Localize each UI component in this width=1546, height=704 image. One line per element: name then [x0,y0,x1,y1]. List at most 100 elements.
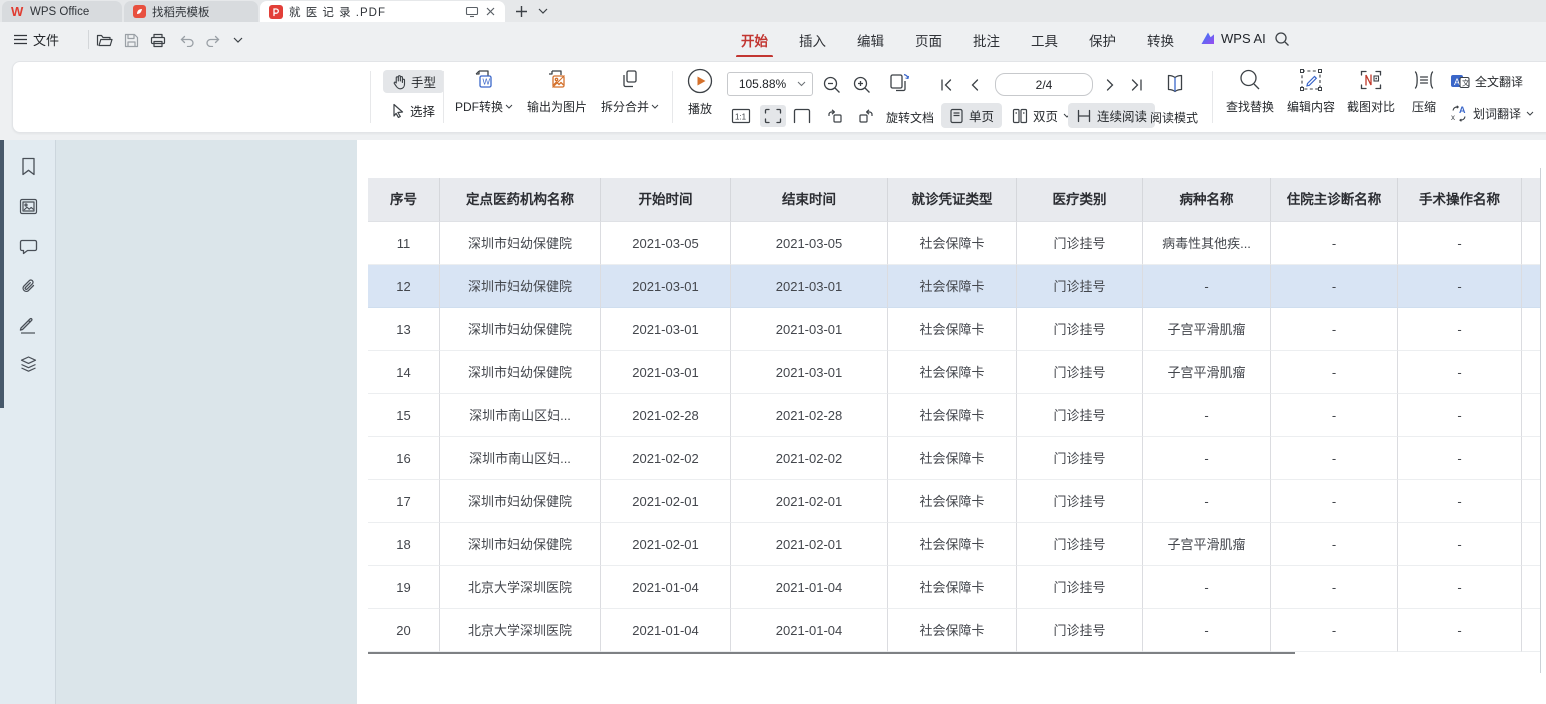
hand-tool-button[interactable]: 手型 [383,70,444,93]
fit-width-button[interactable] [760,105,786,127]
tab-list-button[interactable] [534,3,552,19]
table-cell: 2021-02-28 [601,394,731,437]
rotate-right-button[interactable] [853,105,877,127]
menu-item[interactable]: 保护 [1088,30,1117,50]
tab-document[interactable]: 就 医 记 录 .PDF [260,1,505,22]
menu-item[interactable]: 插入 [798,30,827,50]
table-cell: 社会保障卡 [888,480,1017,523]
menu-item[interactable]: 工具 [1030,30,1059,50]
close-icon[interactable] [485,6,496,17]
table-cell: - [1143,566,1271,609]
table-row[interactable]: 20北京大学深圳医院2021-01-042021-01-04社会保障卡门诊挂号-… [368,609,1540,652]
wps-ai-label: WPS AI [1221,31,1266,46]
continuous-read-icon [1076,108,1092,124]
table-row[interactable]: 15深圳市南山区妇...2021-02-282021-02-28社会保障卡门诊挂… [368,394,1540,437]
screenshot-compare-button[interactable]: 截图对比 [1337,67,1405,115]
rotate-left-button[interactable] [823,105,847,127]
compress-button[interactable]: 压缩 [1398,67,1450,115]
table-row[interactable]: 14深圳市妇幼保健院2021-03-012021-03-01社会保障卡门诊挂号子… [368,351,1540,394]
tab-docer[interactable]: 找稻壳模板 [124,1,258,22]
split-merge-label: 拆分合并 [601,98,649,115]
edit-content-button[interactable]: 编辑内容 [1277,67,1345,115]
layers-icon[interactable] [17,353,39,375]
fit-page-button[interactable] [790,105,814,127]
sidebar-scrollbar[interactable] [0,140,4,408]
last-page-button[interactable] [1126,75,1146,95]
select-tool-button[interactable]: 选择 [383,99,443,122]
menu-bar: 文件 开始 插入 编辑 页面 批注 工具 保护 转换 WPS AI [0,22,1546,57]
next-page-button[interactable] [1100,75,1120,95]
table-cell: - [1398,566,1522,609]
table-row[interactable]: 11深圳市妇幼保健院2021-03-052021-03-05社会保障卡门诊挂号病… [368,222,1540,265]
print-icon[interactable] [148,31,168,49]
wps-ai-button[interactable]: WPS AI [1200,31,1266,46]
single-page-button[interactable]: 单页 [941,103,1002,128]
pdf-file-icon [269,5,283,19]
table-row[interactable]: 16深圳市南山区妇...2021-02-022021-02-02社会保障卡门诊挂… [368,437,1540,480]
zoom-level-select[interactable]: 105.88% [727,72,813,96]
find-replace-label: 查找替换 [1226,98,1274,115]
table-cell: 2021-02-01 [731,480,888,523]
menu-item[interactable]: 页面 [914,30,943,50]
file-menu-button[interactable]: 文件 [14,30,59,49]
read-mode-icon[interactable] [1160,69,1190,99]
table-cell: 社会保障卡 [888,566,1017,609]
read-mode-label[interactable]: 阅读模式 [1150,109,1198,126]
table-cell: - [1398,222,1522,265]
signature-icon[interactable] [17,315,39,337]
table-header-cell: 开始时间 [601,178,731,222]
screen-icon[interactable] [465,6,479,18]
wps-logo-icon: W [11,5,24,18]
split-merge-icon [617,67,643,93]
save-icon[interactable] [121,31,141,49]
prev-page-button[interactable] [964,75,984,95]
single-page-icon [949,108,964,124]
table-header-cell: 就诊凭证类型 [888,178,1017,222]
word-translate-button[interactable]: Ax 划词翻译 [1450,105,1534,122]
table-cell-partial [1522,351,1540,394]
menu-item[interactable]: 批注 [972,30,1001,50]
table-row[interactable]: 17深圳市妇幼保健院2021-02-012021-02-01社会保障卡门诊挂号-… [368,480,1540,523]
table-cell: 2021-03-05 [731,222,888,265]
new-tab-button[interactable] [512,3,530,19]
bookmark-icon[interactable] [17,155,39,177]
medical-records-table: 序号定点医药机构名称开始时间结束时间就诊凭证类型医疗类别病种名称住院主诊断名称手… [368,178,1540,652]
first-page-button[interactable] [936,75,956,95]
pdf-convert-button[interactable]: W PDF转换 [449,67,519,115]
table-cell: - [1143,265,1271,308]
page-indicator-input[interactable]: 2/4 [995,73,1093,96]
thumbnail-icon[interactable] [17,195,39,217]
table-cell: 深圳市妇幼保健院 [440,480,601,523]
split-merge-button[interactable]: 拆分合并 [595,67,665,115]
full-translate-button[interactable]: A文 全文翻译 [1450,73,1523,90]
redo-icon[interactable] [203,31,223,49]
menu-item[interactable]: 开始 [740,30,769,50]
menu-item[interactable]: 编辑 [856,30,885,50]
search-icon[interactable] [1274,31,1290,47]
undo-icon[interactable] [177,31,197,49]
export-image-button[interactable]: 输出为图片 [519,67,595,115]
zoom-in-button[interactable] [850,73,874,97]
table-header-cell-partial [1522,178,1540,222]
table-row[interactable]: 18深圳市妇幼保健院2021-02-012021-02-01社会保障卡门诊挂号子… [368,523,1540,566]
table-row[interactable]: 13深圳市妇幼保健院2021-03-012021-03-01社会保障卡门诊挂号子… [368,308,1540,351]
open-folder-icon[interactable] [94,31,114,49]
find-replace-button[interactable]: 查找替换 [1216,67,1284,115]
export-image-label: 输出为图片 [527,98,587,115]
attachment-icon[interactable] [17,275,39,297]
continuous-read-button[interactable]: 连续阅读 [1068,103,1155,128]
rotate-doc-label[interactable]: 旋转文档 [886,109,934,126]
table-cell: 深圳市妇幼保健院 [440,308,601,351]
table-row[interactable]: 19北京大学深圳医院2021-01-042021-01-04社会保障卡门诊挂号-… [368,566,1540,609]
chevron-down-icon[interactable] [228,31,248,49]
comment-icon[interactable] [17,235,39,257]
document-area: 序号定点医药机构名称开始时间结束时间就诊凭证类型医疗类别病种名称住院主诊断名称手… [0,140,1546,704]
table-row[interactable]: 12深圳市妇幼保健院2021-03-012021-03-01社会保障卡门诊挂号-… [368,265,1540,308]
zoom-out-button[interactable] [820,73,844,97]
svg-text:W: W [483,78,491,87]
rotate-doc-icon[interactable] [884,69,914,99]
tab-wps-home[interactable]: W WPS Office [2,1,122,22]
menu-item[interactable]: 转换 [1146,30,1175,50]
actual-size-button[interactable]: 1:1 [729,105,753,127]
play-button[interactable]: 播放 [678,67,722,117]
